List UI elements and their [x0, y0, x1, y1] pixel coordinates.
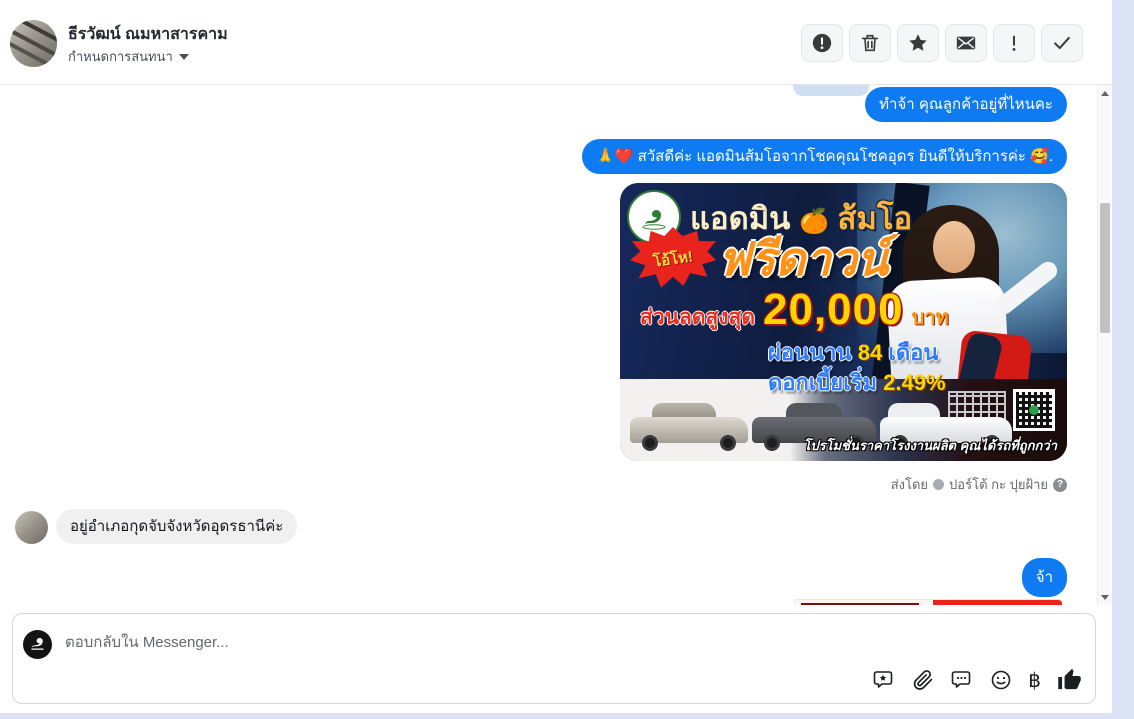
help-question-icon[interactable]: ? [1053, 477, 1067, 492]
message-bubble-incoming[interactable]: อยู่อำเภอกุดจับจังหวัดอุดรธานีค่ะ [56, 509, 298, 544]
emoji-button[interactable] [989, 668, 1013, 692]
car-wheel [642, 435, 658, 451]
scrollbar-thumb[interactable] [1100, 203, 1110, 333]
mark-unread-button[interactable] [945, 24, 987, 62]
contact-message-avatar[interactable] [15, 511, 48, 544]
conversation-schedule-label: กำหนดการสนทนา [68, 49, 173, 64]
like-thumb-icon [1058, 668, 1081, 690]
ad-presenter-face [933, 221, 975, 273]
ad-installment-value: 84 [857, 340, 883, 365]
attachment-icon [914, 669, 933, 690]
chat-scrollbar[interactable] [1097, 85, 1111, 605]
reply-composer: ฿ [0, 605, 1097, 713]
message-list: ทำจ้า คุณลูกค้าอยู่ที่ไหนคะ 🙏❤️ สวัสดีค่… [0, 85, 1097, 605]
ad-caption: โปรโมชั่นราคาโรงงานผลิต คุณได้รถที่ถูกกว… [803, 438, 1057, 453]
conversation-schedule-dropdown[interactable]: กำหนดการสนทนา [68, 46, 189, 67]
header-action-bar [801, 24, 1083, 62]
delete-conversation-button[interactable] [849, 24, 891, 62]
emoji-icon [991, 670, 1011, 689]
swan-logo-icon [642, 210, 666, 230]
ad-installment-prefix: ผ่อนนาน [768, 340, 852, 365]
message-image-ad[interactable]: แอดมิน 🍊 ส้มโอ โอ้โห! ฟรีดาวน์ ส่วนลดสูง… [620, 183, 1067, 461]
saved-replies-icon [951, 670, 971, 688]
message-bubble-outgoing[interactable]: ทำจ้า คุณลูกค้าอยู่ที่ไหนคะ [865, 87, 1067, 122]
reply-input[interactable] [65, 627, 765, 657]
message-bubble-outgoing[interactable]: 🙏❤️ สวัสดีค่ะ แอดมินส้มโอจากโชคคุณโชคอุด… [582, 139, 1067, 174]
trash-icon [861, 34, 879, 52]
ad-interest-line: ดอกเบี้ยเริ่ม 2.49% [768, 365, 946, 400]
report-button[interactable] [801, 24, 843, 62]
message-bubble-outgoing[interactable]: จ้า [1021, 558, 1067, 597]
saved-replies-button[interactable] [950, 668, 974, 692]
exclamation-circle-icon [812, 33, 832, 53]
ad-interest-value: 2.49% [883, 370, 946, 395]
star-conversation-button[interactable] [897, 24, 939, 62]
sender-mini-avatar [933, 479, 945, 490]
ad-discount-label: ส่วนลดสูงสุด [640, 306, 755, 329]
car-wheel [720, 435, 736, 451]
page-background-strip-bottom [0, 713, 1112, 719]
contact-name: ธีรวัฒน์ ณมหาสารคาม [68, 26, 228, 43]
car-hatchback-illustration [630, 399, 748, 451]
partial-message-top [793, 85, 869, 96]
sent-by-attribution: ส่งโดย ปอร์โต้ กะ ปุยฝ้าย ? [891, 474, 1067, 495]
page-logo-avatar [23, 630, 52, 659]
mark-done-button[interactable] [1041, 24, 1083, 62]
ad-discount-line: ส่วนลดสูงสุด 20,000 บาท [640, 285, 949, 335]
car-wheel [764, 435, 780, 451]
ad-interest-prefix: ดอกเบี้ยเริ่ม [768, 370, 878, 395]
messenger-chat-window: ธีรวัฒน์ ณมหาสารคาม กำหนดการสนทนา ทำจ้า … [0, 0, 1134, 719]
ad-discount-unit: บาท [911, 307, 949, 329]
contact-avatar[interactable] [10, 20, 57, 67]
sticker-icon [873, 670, 893, 688]
check-icon [1054, 36, 1070, 50]
attach-file-button[interactable] [911, 668, 935, 692]
ad-burst-text: โอ้โห! [652, 248, 695, 271]
chevron-down-icon [178, 53, 189, 60]
qr-pixels [1016, 392, 1052, 428]
payment-baht-icon[interactable]: ฿ [1028, 670, 1041, 690]
ad-discount-value: 20,000 [763, 285, 904, 334]
sticker-button[interactable] [872, 668, 896, 692]
composer-box[interactable]: ฿ [12, 613, 1096, 704]
scroll-down-icon [1101, 594, 1109, 600]
scroll-up-icon [1101, 90, 1109, 96]
mark-important-button[interactable] [993, 24, 1035, 62]
conversation-header: ธีรวัฒน์ ณมหาสารคาม กำหนดการสนทนา [0, 0, 1112, 85]
scroll-up-button[interactable] [1098, 85, 1112, 101]
star-icon [909, 34, 927, 51]
scroll-down-button[interactable] [1098, 589, 1112, 605]
like-button[interactable] [1056, 666, 1083, 693]
page-logo-icon [31, 637, 44, 650]
exclamation-icon [1012, 35, 1016, 51]
envelope-icon [956, 36, 976, 50]
composer-toolbar: ฿ [872, 666, 1083, 693]
qr-code [1013, 389, 1055, 431]
ad-installment-suffix: เดือน [888, 340, 939, 365]
sent-by-label: ส่งโดย [890, 477, 929, 492]
page-background-strip-right [1112, 0, 1134, 719]
sender-name: ปอร์โต้ กะ ปุยฝ้าย [949, 477, 1048, 492]
